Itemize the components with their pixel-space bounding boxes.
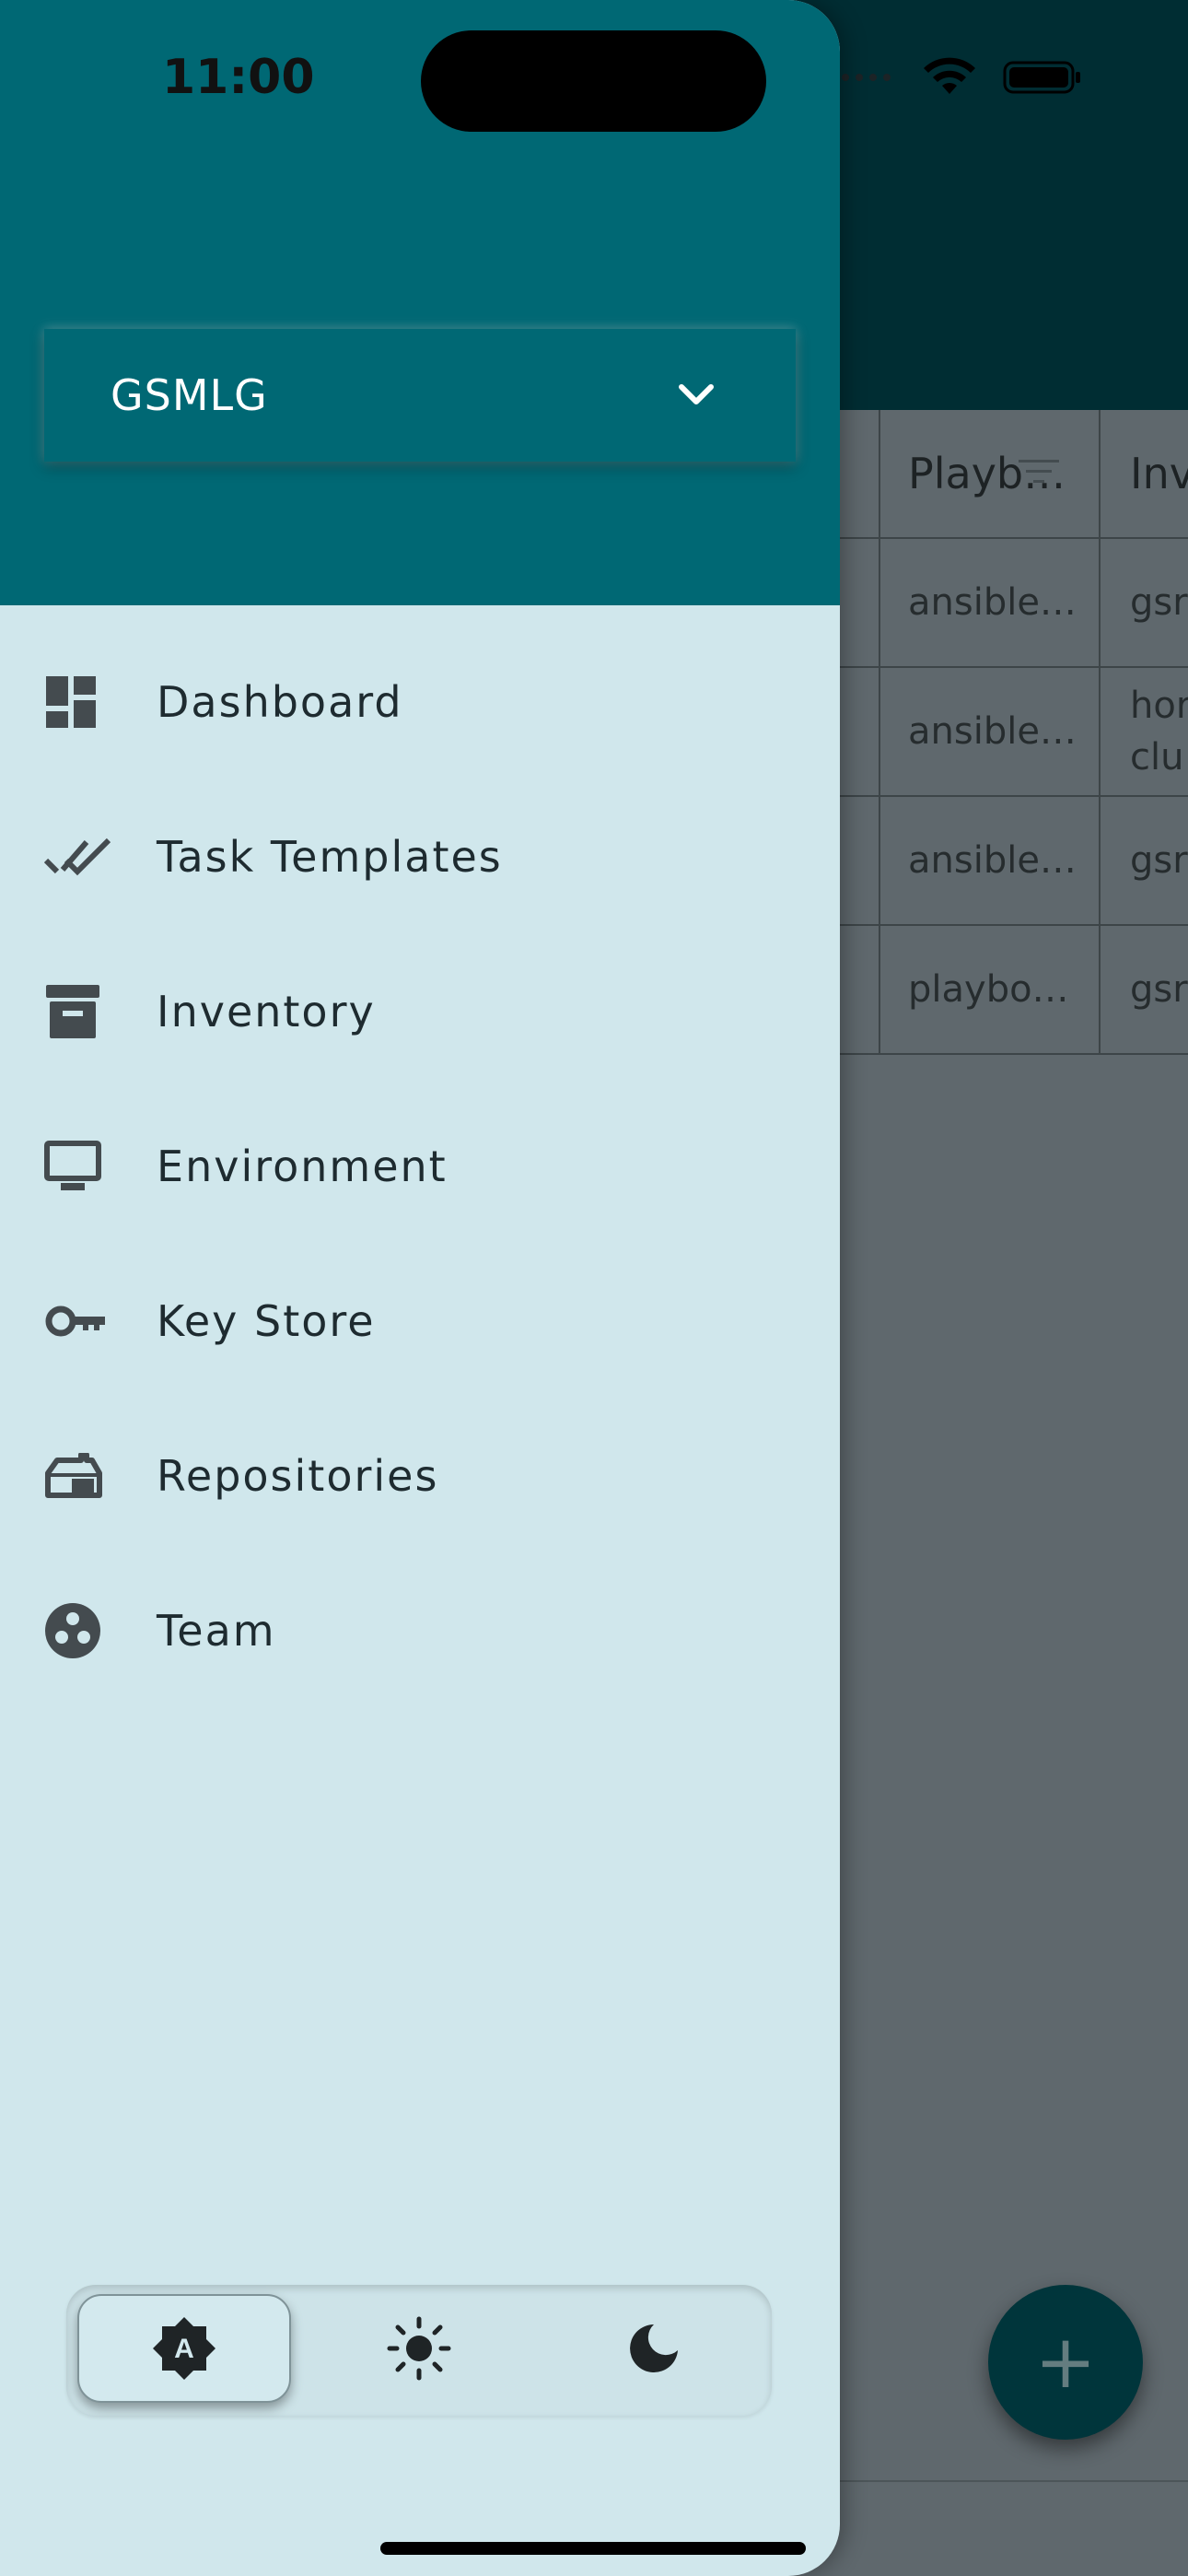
theme-dark-button[interactable] xyxy=(547,2294,761,2403)
nav-item-repositories[interactable]: Repositories xyxy=(0,1399,840,1553)
table-row[interactable]: playbo… gsr xyxy=(840,926,1188,1055)
home-indicator[interactable] xyxy=(380,2542,806,2555)
project-selector[interactable]: GSMLG xyxy=(44,329,796,462)
table-cell: gsr xyxy=(1101,539,1188,666)
inventory-cell: gsr xyxy=(1130,968,1188,1011)
monitor-icon xyxy=(44,1141,101,1190)
table-cell: playbo… xyxy=(880,926,1101,1053)
team-icon xyxy=(45,1603,100,1658)
playbook-cell: ansible… xyxy=(908,710,1077,753)
inventory-cell-line: hor xyxy=(1130,685,1188,727)
table-cell xyxy=(840,539,880,666)
table-cell: ansible… xyxy=(880,668,1101,795)
dashboard-icon xyxy=(46,676,96,728)
dynamic-island xyxy=(421,30,766,132)
key-icon xyxy=(45,1306,105,1337)
nav-label: Task Templates xyxy=(157,832,503,882)
archive-icon-wrap xyxy=(0,983,157,1040)
nav-item-dashboard[interactable]: Dashboard xyxy=(0,625,840,779)
background-table: Playb… Inv ansible… gsr ansible… hor clu… xyxy=(840,410,1188,1055)
nav-item-key-store[interactable]: Key Store xyxy=(0,1244,840,1399)
team-icon-wrap xyxy=(0,1602,157,1659)
nav-label: Repositories xyxy=(157,1451,439,1501)
playbook-cell: playbo… xyxy=(908,968,1069,1011)
inventory-cell: gsr xyxy=(1130,839,1188,882)
monitor-icon-wrap xyxy=(0,1141,157,1192)
nav-label: Team xyxy=(157,1606,276,1656)
wifi-icon xyxy=(924,57,975,94)
table-cell: hor clu xyxy=(1101,668,1188,795)
table-row[interactable]: ansible… gsr xyxy=(840,797,1188,926)
table-header-label: Inv xyxy=(1130,449,1188,498)
nav-label: Key Store xyxy=(157,1296,376,1346)
dashboard-icon-wrap xyxy=(0,674,157,730)
svg-text:A: A xyxy=(174,2334,194,2364)
repository-icon-wrap xyxy=(0,1453,157,1499)
light-mode-icon xyxy=(387,2316,451,2381)
theme-auto-button[interactable]: A xyxy=(77,2294,291,2403)
table-cell: ansible… xyxy=(880,539,1101,666)
table-header-row: Playb… Inv xyxy=(840,410,1188,539)
signal-dots-icon xyxy=(842,74,891,81)
nav-item-environment[interactable]: Environment xyxy=(0,1089,840,1244)
archive-icon xyxy=(46,985,99,1038)
table-header-playbook[interactable]: Playb… xyxy=(880,410,1101,537)
table-cell xyxy=(840,926,880,1053)
done-all-icon-wrap xyxy=(0,837,157,877)
theme-mode-switch: A xyxy=(66,2285,772,2416)
status-icons xyxy=(841,57,1082,98)
theme-light-button[interactable] xyxy=(312,2294,526,2403)
chevron-down-icon xyxy=(679,384,714,404)
status-time: 11:00 xyxy=(162,50,315,105)
table-cell: ansible… xyxy=(880,797,1101,924)
table-cell xyxy=(840,668,880,795)
nav-item-task-templates[interactable]: Task Templates xyxy=(0,779,840,934)
playbook-cell: ansible… xyxy=(908,839,1077,882)
nav-label: Inventory xyxy=(157,987,376,1036)
done-all-icon xyxy=(44,837,111,876)
navigation-drawer: 11:00 GSMLG Dashboard Task Templates Inv… xyxy=(0,0,840,2576)
table-header-inventory[interactable]: Inv xyxy=(1101,410,1188,537)
battery-icon xyxy=(1003,61,1080,94)
playbook-cell: ansible… xyxy=(908,581,1077,624)
plus-icon: + xyxy=(1034,2319,1097,2405)
repository-icon xyxy=(45,1453,102,1498)
filter-icon xyxy=(1019,460,1059,483)
nav-label: Dashboard xyxy=(157,677,403,727)
drawer-nav-list: Dashboard Task Templates Inventory Envir… xyxy=(0,625,840,1708)
nav-item-team[interactable]: Team xyxy=(0,1553,840,1708)
inventory-cell: gsr xyxy=(1130,581,1188,624)
table-cell xyxy=(840,797,880,924)
nav-item-inventory[interactable]: Inventory xyxy=(0,934,840,1089)
table-cell: gsr xyxy=(1101,797,1188,924)
inventory-cell-line: clu xyxy=(1130,736,1184,779)
table-row[interactable]: ansible… gsr xyxy=(840,539,1188,668)
table-row[interactable]: ansible… hor clu xyxy=(840,668,1188,797)
divider xyxy=(840,2480,1188,2482)
nav-label: Environment xyxy=(157,1142,448,1191)
key-icon-wrap xyxy=(0,1303,157,1340)
dark-mode-icon xyxy=(630,2324,678,2372)
drawer-header: 11:00 GSMLG xyxy=(0,0,840,605)
add-fab-button[interactable]: + xyxy=(988,2285,1143,2440)
auto-brightness-icon: A xyxy=(153,2317,215,2380)
table-cell: gsr xyxy=(1101,926,1188,1053)
project-selector-value: GSMLG xyxy=(111,370,268,420)
table-header-cell xyxy=(840,410,880,537)
